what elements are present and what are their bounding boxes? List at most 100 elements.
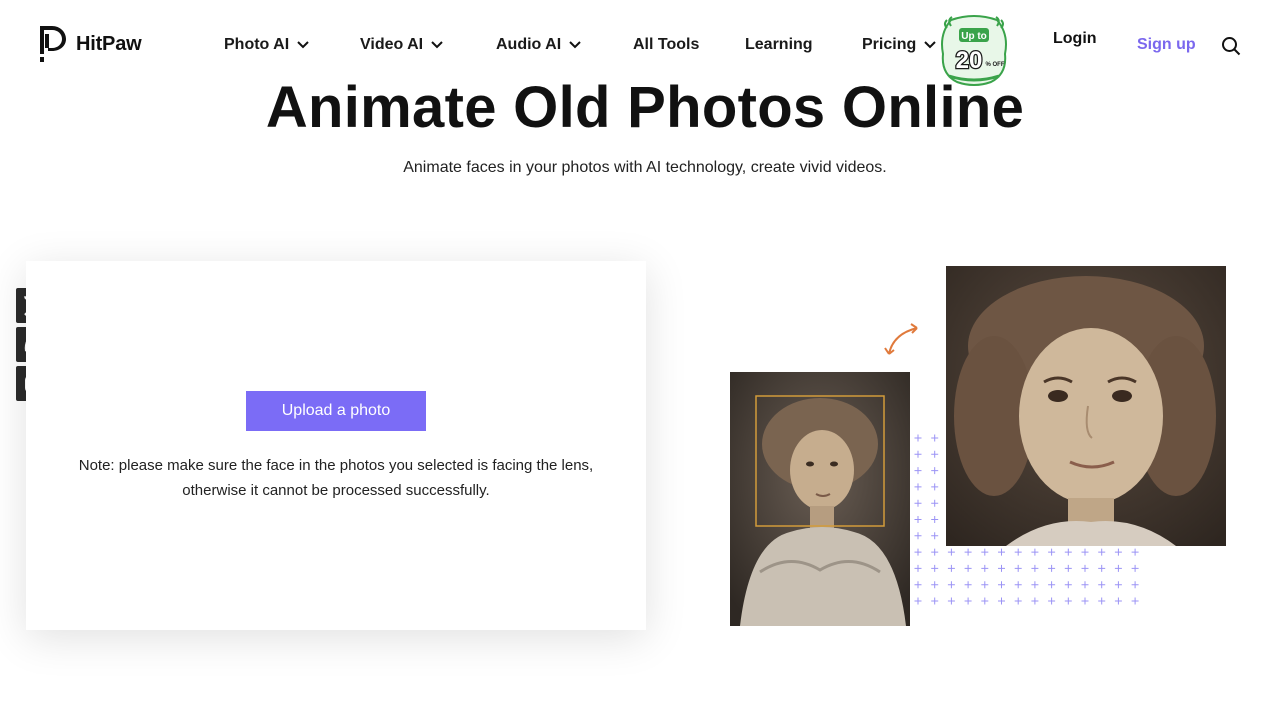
plus-mark: [964, 548, 972, 556]
promo-top-text: Up to: [961, 31, 987, 42]
plus-mark: [947, 564, 955, 572]
plus-mark: [914, 516, 922, 523]
nav-audio-ai[interactable]: Audio AI: [496, 36, 581, 54]
nav-label: Photo AI: [224, 36, 290, 53]
chevron-down-icon: [569, 41, 581, 49]
plus-mark: [931, 597, 939, 605]
plus-mark: [1098, 597, 1106, 605]
plus-mark: [914, 467, 922, 475]
plus-mark: [931, 467, 939, 475]
plus-mark: [914, 564, 922, 572]
plus-mark: [931, 581, 939, 589]
plus-mark: [1114, 581, 1122, 589]
login-link[interactable]: Login: [1053, 30, 1097, 48]
plus-mark: [1014, 581, 1022, 589]
plus-mark: [1081, 581, 1089, 589]
plus-mark: [998, 581, 1005, 589]
plus-mark: [1081, 564, 1089, 572]
promo-suffix: % OFF: [986, 62, 1005, 68]
plus-mark: [947, 597, 955, 605]
nav-label: All Tools: [633, 36, 700, 53]
plus-mark: [1081, 597, 1089, 605]
plus-mark: [914, 450, 922, 458]
plus-mark: [914, 434, 922, 442]
plus-mark: [964, 597, 972, 605]
animate-arrow-icon: [884, 323, 918, 355]
plus-mark: [1031, 548, 1039, 556]
upload-photo-button[interactable]: Upload a photo: [246, 391, 426, 431]
plus-mark: [998, 597, 1005, 605]
plus-mark: [1031, 564, 1039, 572]
plus-mark: [998, 548, 1005, 556]
plus-mark: [931, 434, 939, 442]
nav-label: Learning: [745, 36, 813, 53]
plus-mark: [914, 597, 922, 605]
nav-pricing[interactable]: Pricing: [862, 36, 936, 54]
plus-mark: [1131, 564, 1139, 572]
plus-mark: [1014, 564, 1022, 572]
plus-mark: [1081, 548, 1089, 556]
nav-learning[interactable]: Learning: [745, 36, 813, 54]
plus-mark: [1098, 564, 1106, 572]
plus-mark: [964, 581, 972, 589]
plus-mark: [1048, 581, 1056, 589]
search-icon[interactable]: [1221, 36, 1241, 56]
page-subtitle: Animate faces in your photos with AI tec…: [403, 159, 887, 176]
nav-all-tools[interactable]: All Tools: [633, 36, 699, 54]
plus-mark: [1031, 597, 1039, 605]
plus-mark: [1131, 597, 1139, 605]
plus-mark: [981, 548, 989, 556]
nav-label: Audio AI: [496, 36, 562, 53]
plus-mark: [914, 532, 922, 540]
nav-label: Pricing: [862, 36, 917, 53]
chevron-down-icon: [297, 41, 309, 49]
plus-mark: [1014, 548, 1022, 556]
brand-name: HitPaw: [76, 32, 142, 55]
plus-mark: [1098, 548, 1106, 556]
plus-mark: [931, 564, 939, 572]
plus-mark: [931, 499, 939, 507]
plus-mark: [1131, 581, 1139, 589]
plus-mark: [981, 597, 989, 605]
original-photo: [730, 372, 910, 626]
plus-mark: [931, 532, 939, 540]
plus-mark: [1048, 548, 1056, 556]
plus-mark: [1064, 597, 1072, 605]
plus-mark: [1064, 581, 1072, 589]
plus-mark: [914, 499, 922, 507]
plus-mark: [1098, 581, 1106, 589]
promo-value: 20: [956, 47, 983, 74]
plus-mark: [1114, 564, 1122, 572]
nav-photo-ai[interactable]: Photo AI: [224, 36, 309, 54]
upload-panel[interactable]: Upload a photo Note: please make sure th…: [26, 261, 646, 630]
plus-mark: [1064, 548, 1072, 556]
plus-mark: [1114, 597, 1122, 605]
plus-mark: [931, 483, 939, 491]
plus-mark: [1064, 564, 1072, 572]
page-title: Animate Old Photos Online: [265, 75, 1025, 140]
plus-mark: [947, 581, 955, 589]
plus-mark: [1048, 564, 1056, 572]
plus-mark: [981, 581, 989, 589]
plus-mark: [1114, 548, 1122, 556]
plus-mark: [1031, 581, 1039, 589]
signup-link[interactable]: Sign up: [1137, 36, 1196, 54]
plus-mark: [964, 564, 972, 572]
upload-note: Note: please make sure the face in the p…: [78, 457, 594, 499]
nav-video-ai[interactable]: Video AI: [360, 36, 443, 54]
hitpaw-logo-icon: [40, 26, 66, 62]
plus-mark: [914, 483, 922, 491]
hitpaw-logo[interactable]: HitPaw: [36, 24, 142, 64]
plus-mark: [1131, 548, 1139, 556]
plus-mark: [947, 548, 955, 556]
plus-mark: [914, 548, 922, 556]
plus-mark: [998, 564, 1005, 572]
nav-label: Video AI: [360, 36, 424, 53]
plus-mark: [1048, 597, 1056, 605]
plus-mark: [931, 548, 939, 556]
chevron-down-icon: [431, 41, 443, 49]
plus-mark: [914, 581, 922, 589]
plus-mark: [1014, 597, 1022, 605]
animated-photo: [946, 266, 1226, 546]
chevron-down-icon: [924, 41, 936, 49]
